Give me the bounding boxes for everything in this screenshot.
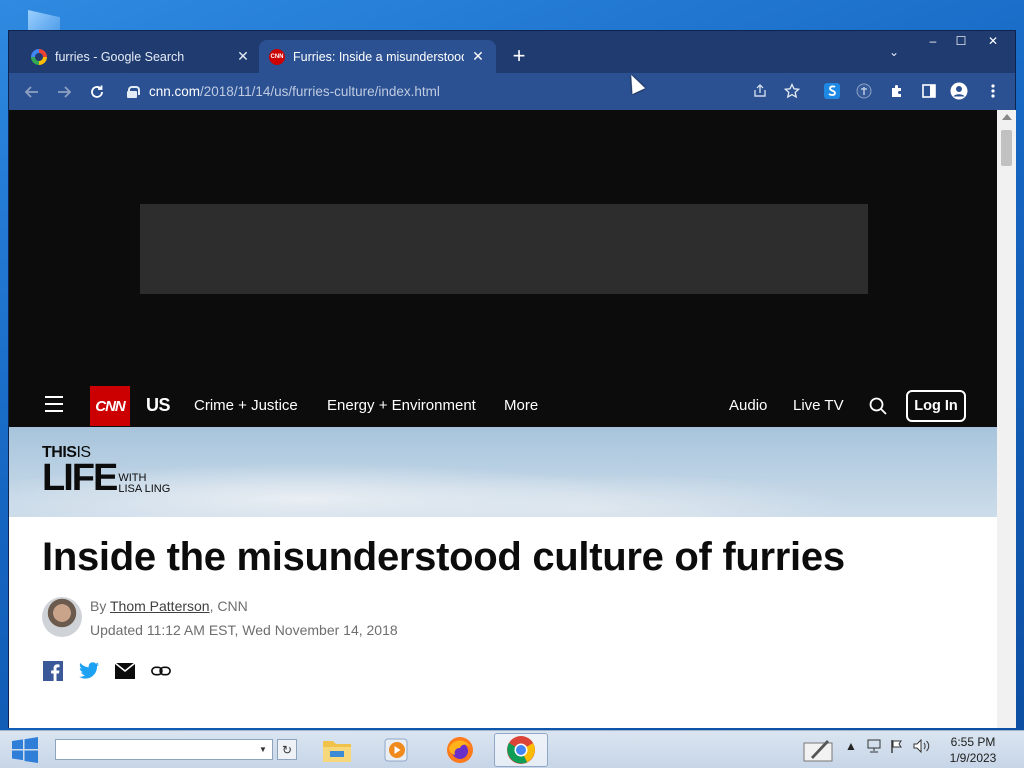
taskbar-file-explorer[interactable] <box>310 733 364 767</box>
dropdown-arrow-icon[interactable]: ▼ <box>254 740 272 759</box>
reload-button[interactable] <box>86 81 108 103</box>
system-clock[interactable]: 6:55 PM 1/9/2023 <box>940 734 1006 766</box>
nav-link-audio[interactable]: Audio <box>729 397 767 414</box>
updated-timestamp: Updated 11:12 AM EST, Wed November 14, 2… <box>90 622 398 638</box>
scroll-thumb[interactable] <box>1001 130 1012 166</box>
taskbar-firefox[interactable] <box>433 733 487 767</box>
folder-icon <box>323 741 351 762</box>
nav-link-more[interactable]: More <box>504 397 538 414</box>
show-hidden-icons[interactable]: ▲ <box>845 739 857 753</box>
twitter-share-icon[interactable] <box>79 661 99 681</box>
forward-button[interactable] <box>53 81 75 103</box>
byline: By Thom Patterson, CNN <box>90 598 248 614</box>
start-button[interactable] <box>10 736 40 764</box>
this-is-life-logo[interactable]: THISIS LIFE WITH LISA LING <box>42 445 170 498</box>
back-button[interactable] <box>21 81 43 103</box>
tab-close-icon[interactable]: ✕ <box>470 48 486 65</box>
browser-window: furries - Google Search ✕ CNN Furries: I… <box>8 30 1016 728</box>
url-text: cnn.com/2018/11/14/us/furries-culture/in… <box>149 84 440 99</box>
reload-icon <box>91 85 103 98</box>
arrow-left-icon <box>24 86 38 98</box>
tab-strip: furries - Google Search ✕ CNN Furries: I… <box>9 31 1015 73</box>
tab-cnn-article[interactable]: CNN Furries: Inside a misunderstood c ✕ <box>259 40 496 73</box>
tab-title: furries - Google Search <box>55 49 185 64</box>
nav-section-us[interactable]: US <box>146 395 171 416</box>
extensions-puzzle-icon[interactable] <box>888 82 906 100</box>
cnn-icon: CNN <box>269 48 285 65</box>
page-scrollbar[interactable] <box>997 110 1016 728</box>
taskbar-chrome[interactable] <box>494 733 548 767</box>
cnn-nav-bar: CNN US Crime + Justice Energy + Environm… <box>9 385 997 427</box>
maximize-button[interactable]: ☐ <box>947 31 975 51</box>
nav-link-energy-environment[interactable]: Energy + Environment <box>327 397 476 414</box>
firefox-icon <box>447 737 473 763</box>
show-banner: THISIS LIFE WITH LISA LING <box>9 427 997 517</box>
web-page: CNN US Crime + Justice Energy + Environm… <box>9 110 997 728</box>
nav-link-crime-justice[interactable]: Crime + Justice <box>194 397 298 414</box>
browser-toolbar: cnn.com/2018/11/14/us/furries-culture/in… <box>9 73 1015 110</box>
pen-tablet-icon <box>803 740 833 762</box>
taskbar-address-input[interactable]: ▼ <box>55 739 273 760</box>
windows-logo-icon <box>12 737 38 763</box>
arrow-right-icon <box>58 86 72 98</box>
close-window-button[interactable]: ✕ <box>979 31 1007 51</box>
taskbar-media-player[interactable] <box>370 733 424 767</box>
volume-icon[interactable] <box>913 738 931 756</box>
action-center-flag-icon[interactable] <box>890 739 904 756</box>
new-tab-button[interactable]: + <box>509 43 529 69</box>
taskbar-go-button[interactable]: ↻ <box>277 739 297 760</box>
extension-shield-icon[interactable] <box>855 82 873 100</box>
chrome-icon <box>507 736 535 764</box>
scroll-up-arrow-icon[interactable] <box>1002 114 1012 120</box>
ad-placeholder <box>140 204 868 294</box>
bookmark-star-icon[interactable] <box>783 82 801 100</box>
tab-search-button[interactable]: ⌄ <box>889 45 899 59</box>
author-link[interactable]: Thom Patterson <box>110 598 210 614</box>
search-icon[interactable] <box>869 397 887 415</box>
extension-s-icon[interactable] <box>823 82 841 100</box>
network-icon[interactable] <box>866 739 882 756</box>
media-player-icon <box>384 738 408 762</box>
minimize-button[interactable]: – <box>919 31 947 51</box>
article-header: Inside the misunderstood culture of furr… <box>9 517 997 728</box>
nav-link-live-tv[interactable]: Live TV <box>793 397 844 414</box>
profile-avatar-icon[interactable] <box>950 82 968 100</box>
lock-icon[interactable] <box>127 85 140 98</box>
cnn-logo[interactable]: CNN <box>90 386 130 426</box>
taskbar: ▼ ↻ ▲ 6:55 PM 1/9/2023 <box>0 730 1024 768</box>
article-headline: Inside the misunderstood culture of furr… <box>42 535 845 579</box>
tab-title: Furries: Inside a misunderstood c <box>293 49 464 64</box>
facebook-share-icon[interactable] <box>43 661 63 681</box>
copy-link-icon[interactable] <box>151 661 171 681</box>
browser-menu-icon[interactable] <box>984 82 1002 100</box>
address-bar[interactable]: cnn.com/2018/11/14/us/furries-culture/in… <box>119 77 799 106</box>
side-panel-icon[interactable] <box>920 82 938 100</box>
tab-close-icon[interactable]: ✕ <box>235 48 251 65</box>
taskbar-pen-tool[interactable] <box>800 733 836 767</box>
google-icon <box>31 48 47 65</box>
tab-google-search[interactable]: furries - Google Search ✕ <box>21 40 261 73</box>
author-avatar <box>42 597 82 637</box>
login-button[interactable]: Log In <box>906 390 966 422</box>
email-share-icon[interactable] <box>115 661 135 681</box>
share-page-icon[interactable] <box>751 82 769 100</box>
menu-hamburger-icon[interactable] <box>45 396 63 414</box>
